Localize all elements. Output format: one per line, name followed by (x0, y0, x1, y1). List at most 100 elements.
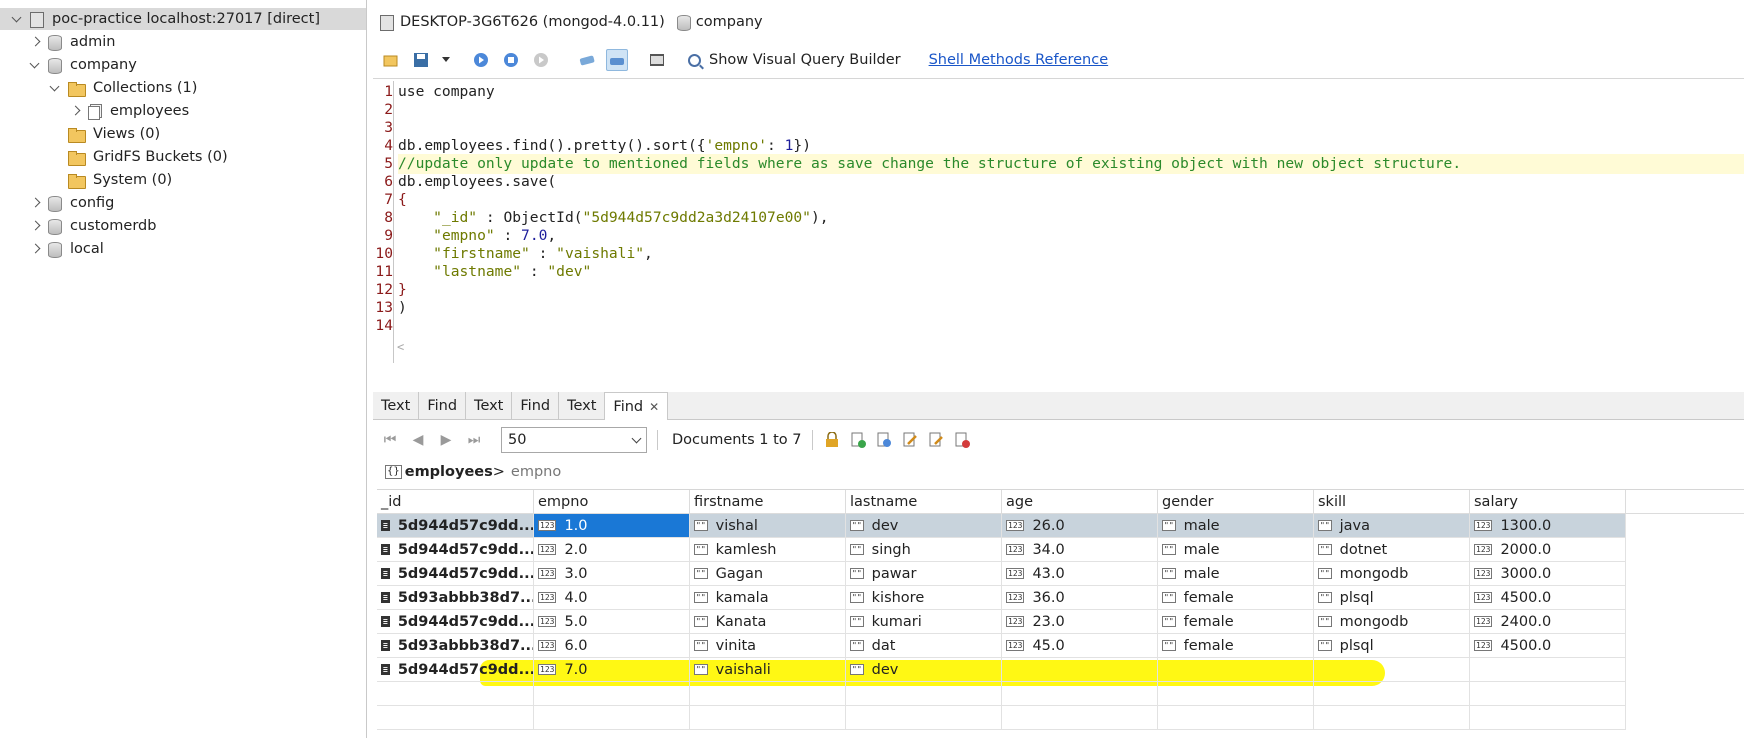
table-cell[interactable]: 123 7.0 (534, 658, 690, 682)
table-cell[interactable] (1470, 658, 1626, 682)
execute-all-button[interactable] (470, 49, 492, 71)
column-header[interactable]: empno (534, 490, 690, 514)
table-row[interactable]: ≡ 5d944d57c9dd... 123 5.0 "" Kanata "" kumari 12… (377, 610, 1744, 634)
table-cell[interactable]: 123 26.0 (1002, 514, 1158, 538)
open-file-button[interactable] (380, 49, 402, 71)
chevron-right-icon[interactable] (28, 242, 42, 256)
table-cell[interactable]: "" kishore (846, 586, 1002, 610)
last-page-icon[interactable]: ⏭ (465, 431, 483, 449)
execute-step-button[interactable] (530, 49, 552, 71)
table-cell[interactable]: "" Gagan (690, 562, 846, 586)
tab-text[interactable]: Text (466, 392, 513, 420)
table-cell[interactable]: ≡ 5d944d57c9dd... (377, 658, 534, 682)
table-cell[interactable]: "" female (1158, 610, 1314, 634)
table-cell[interactable] (377, 706, 534, 730)
tab-text[interactable]: Text (373, 392, 420, 420)
tab-find[interactable]: Find (419, 392, 467, 420)
table-cell[interactable]: "" male (1158, 514, 1314, 538)
table-cell[interactable] (1314, 706, 1470, 730)
table-cell[interactable]: "" male (1158, 538, 1314, 562)
table-row[interactable] (377, 706, 1744, 730)
shell-methods-reference-link[interactable]: Shell Methods Reference (929, 52, 1109, 68)
table-cell[interactable]: "" mongodb (1314, 562, 1470, 586)
breadcrumb-field[interactable]: empno (511, 464, 561, 480)
table-cell[interactable] (1002, 682, 1158, 706)
column-header[interactable]: age (1002, 490, 1158, 514)
table-cell[interactable]: "" Kanata (690, 610, 846, 634)
table-cell[interactable]: 123 3.0 (534, 562, 690, 586)
column-header[interactable]: firstname (690, 490, 846, 514)
edit-multiple-icon[interactable] (927, 431, 945, 449)
table-cell[interactable]: 123 43.0 (1002, 562, 1158, 586)
table-cell[interactable]: ≡ 5d93abbb38d7... (377, 634, 534, 658)
table-cell[interactable]: ≡ 5d944d57c9dd... (377, 610, 534, 634)
table-cell[interactable]: "" female (1158, 586, 1314, 610)
tree-db-customerdb[interactable]: customerdb (28, 215, 156, 237)
table-cell[interactable]: "" singh (846, 538, 1002, 562)
table-cell[interactable]: "" male (1158, 562, 1314, 586)
table-cell[interactable]: ≡ 5d944d57c9dd... (377, 562, 534, 586)
table-cell[interactable]: ≡ 5d944d57c9dd... (377, 514, 534, 538)
table-cell[interactable] (1314, 682, 1470, 706)
table-row[interactable]: ≡ 5d944d57c9dd... 123 1.0 "" vishal "" dev 123 26… (377, 514, 1744, 538)
table-cell[interactable]: 123 5.0 (534, 610, 690, 634)
column-header[interactable]: skill (1314, 490, 1470, 514)
table-cell[interactable] (1158, 682, 1314, 706)
table-cell[interactable] (1314, 658, 1470, 682)
tree-db-admin[interactable]: admin (28, 31, 115, 53)
table-cell[interactable]: 123 4.0 (534, 586, 690, 610)
edit-document-icon[interactable] (901, 431, 919, 449)
tree-server[interactable]: poc-practice localhost:27017 [direct] (0, 8, 366, 30)
table-cell[interactable]: "" pawar (846, 562, 1002, 586)
next-page-icon[interactable]: ▶ (437, 431, 455, 449)
table-cell[interactable] (1158, 706, 1314, 730)
table-cell[interactable]: 123 1300.0 (1470, 514, 1626, 538)
table-cell[interactable]: "" kamlesh (690, 538, 846, 562)
table-cell[interactable] (690, 706, 846, 730)
table-cell[interactable] (690, 682, 846, 706)
chevron-right-icon[interactable] (28, 196, 42, 210)
table-cell[interactable]: "" mongodb (1314, 610, 1470, 634)
table-cell[interactable]: 123 2000.0 (1470, 538, 1626, 562)
table-cell[interactable]: 123 34.0 (1002, 538, 1158, 562)
table-cell[interactable]: "" kamala (690, 586, 846, 610)
chevron-right-icon[interactable] (28, 35, 42, 49)
table-cell[interactable]: ≡ 5d93abbb38d7... (377, 586, 534, 610)
table-cell[interactable]: "" vishal (690, 514, 846, 538)
tree-db-local[interactable]: local (28, 238, 104, 260)
first-page-icon[interactable]: ⏮ (381, 431, 399, 449)
table-cell[interactable]: ≡ 5d944d57c9dd... (377, 538, 534, 562)
chevron-down-icon[interactable] (28, 58, 42, 72)
table-cell[interactable]: "" plsql (1314, 634, 1470, 658)
visual-query-builder-button[interactable]: Show Visual Query Builder (688, 52, 901, 68)
table-cell[interactable]: 123 4500.0 (1470, 586, 1626, 610)
table-cell[interactable] (377, 682, 534, 706)
table-cell[interactable]: "" dat (846, 634, 1002, 658)
table-cell[interactable]: 123 3000.0 (1470, 562, 1626, 586)
save-dropdown-button[interactable] (440, 49, 452, 71)
table-cell[interactable]: 123 6.0 (534, 634, 690, 658)
table-cell[interactable]: 123 4500.0 (1470, 634, 1626, 658)
console-button[interactable] (646, 49, 668, 71)
save-button[interactable] (410, 49, 432, 71)
breadcrumb-collection[interactable]: employees (405, 464, 493, 480)
table-cell[interactable] (846, 706, 1002, 730)
table-cell[interactable] (1002, 658, 1158, 682)
tree-collection-employees[interactable]: employees (68, 100, 189, 122)
code-editor[interactable]: 1 2 3 4 5 6 7 8 9 10 11 12 13 14 use com… (373, 78, 1744, 364)
table-row[interactable]: ≡ 5d93abbb38d7... 123 6.0 "" vinita "" dat 123 45… (377, 634, 1744, 658)
tab-text[interactable]: Text (559, 392, 606, 420)
chevron-down-icon[interactable] (48, 81, 62, 95)
table-cell[interactable]: 123 36.0 (1002, 586, 1158, 610)
tree-folder-collections[interactable]: Collections (1) (48, 77, 197, 99)
table-cell[interactable] (846, 682, 1002, 706)
table-cell[interactable]: "" plsql (1314, 586, 1470, 610)
table-row[interactable] (377, 682, 1744, 706)
table-cell[interactable]: "" kumari (846, 610, 1002, 634)
table-cell[interactable]: 123 23.0 (1002, 610, 1158, 634)
table-cell[interactable]: "" female (1158, 634, 1314, 658)
column-header[interactable]: _id (377, 490, 534, 514)
explain-button[interactable] (576, 49, 598, 71)
tree-db-config[interactable]: config (28, 192, 114, 214)
clone-document-icon[interactable] (875, 431, 893, 449)
